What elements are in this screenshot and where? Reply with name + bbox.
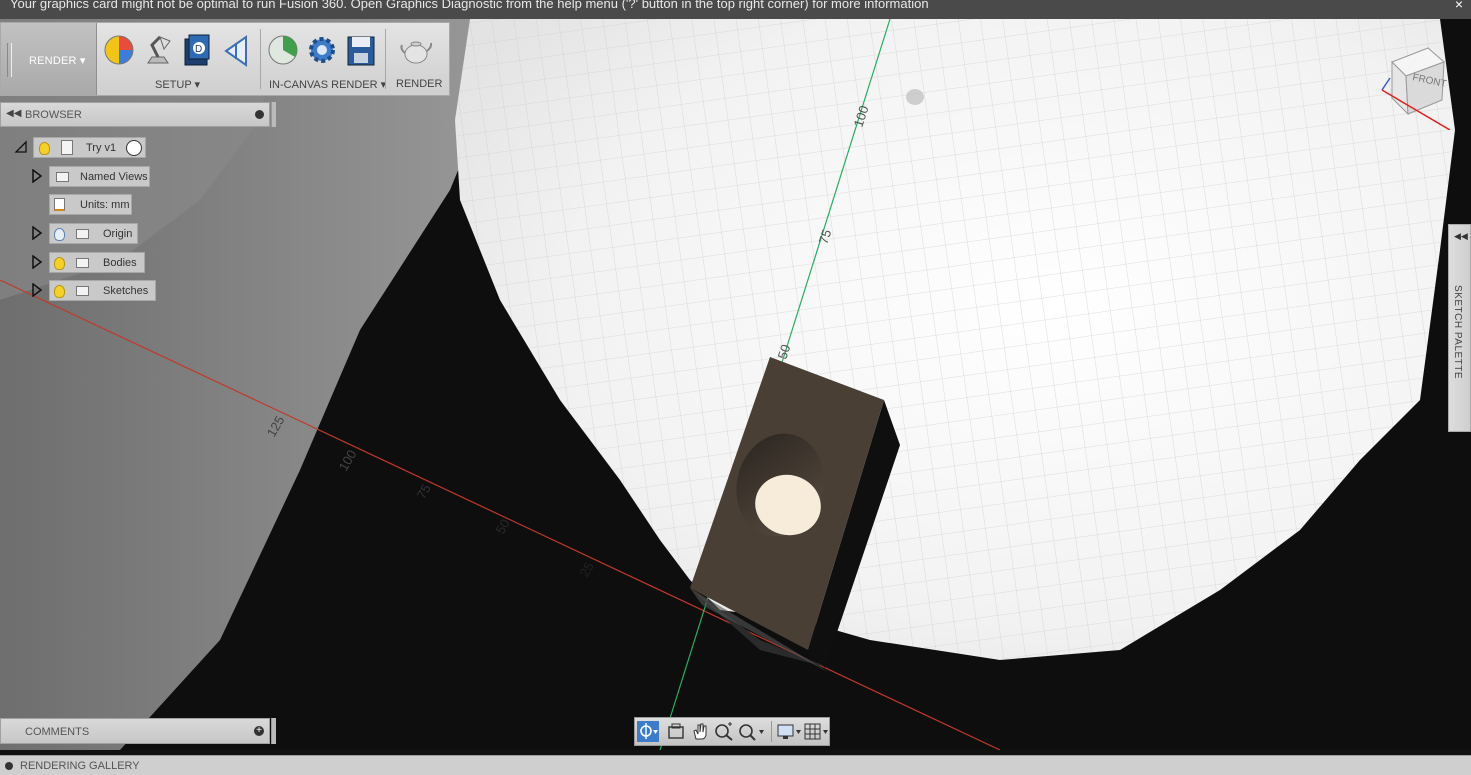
visibility-bulb-off-icon[interactable] — [54, 228, 65, 241]
browser-item-label: Bodies — [103, 257, 137, 269]
pan-hand-icon[interactable] — [689, 721, 711, 742]
root-component-label: Try v1 — [86, 142, 117, 154]
svg-text:D: D — [195, 44, 202, 55]
expand-triangle-icon[interactable] — [31, 226, 43, 240]
browser-item-bodies[interactable]: Bodies — [49, 252, 145, 273]
distant-object — [906, 89, 924, 105]
expand-arrows-icon[interactable]: ◀◀ — [1454, 231, 1468, 242]
sketch-palette-tab[interactable]: ◀◀ SKETCH PALETTE — [1448, 224, 1471, 432]
workspace-label: RENDER ▾ — [29, 55, 86, 67]
banner-message: Your graphics card might not be optimal … — [10, 0, 929, 11]
z-axis-icon — [1381, 77, 1391, 91]
graphics-warning-banner: Your graphics card might not be optimal … — [0, 0, 1471, 19]
visibility-bulb-icon[interactable] — [54, 285, 65, 298]
look-at-icon[interactable] — [665, 721, 687, 742]
texture-map-icon[interactable] — [218, 31, 254, 69]
navigation-toolbar — [634, 717, 830, 746]
expand-triangle-icon[interactable] — [31, 255, 43, 269]
activate-radio-icon[interactable] — [126, 140, 142, 156]
component-icon — [61, 140, 73, 155]
visibility-bulb-icon[interactable] — [54, 257, 65, 270]
browser-root-node[interactable]: Try v1 — [33, 137, 146, 158]
close-icon[interactable]: × — [1455, 0, 1463, 11]
orbit-icon[interactable] — [637, 721, 659, 742]
render-group-label[interactable]: RENDER — [396, 78, 442, 90]
comments-resize-grip[interactable] — [271, 718, 276, 744]
browser-item-label: Named Views — [80, 171, 148, 183]
display-settings-icon[interactable] — [776, 721, 802, 742]
browser-item-origin[interactable]: Origin — [49, 223, 138, 244]
visibility-bulb-icon[interactable] — [39, 142, 50, 155]
browser-item-named-views[interactable]: Named Views — [49, 166, 150, 187]
rendering-gallery-bar[interactable]: RENDERING GALLERY — [0, 755, 1471, 775]
browser-item-label: Sketches — [103, 285, 149, 297]
document-settings-icon — [54, 198, 65, 211]
navbar-divider — [771, 721, 772, 742]
appearance-icon[interactable] — [102, 31, 138, 69]
browser-title: BROWSER — [25, 109, 82, 121]
decal-icon[interactable]: D — [179, 31, 215, 69]
browser-resize-grip[interactable] — [271, 102, 276, 127]
scene-settings-icon[interactable] — [140, 31, 176, 69]
folder-icon — [76, 258, 89, 268]
comments-panel[interactable]: COMMENTS + — [0, 718, 270, 744]
render-teapot-icon[interactable] — [398, 31, 434, 69]
canvas-viewport[interactable]: 100 75 50 125 100 75 50 25 — [0, 19, 1471, 750]
browser-item-label: Origin — [103, 228, 133, 240]
in-canvas-render-icon[interactable] — [265, 31, 301, 69]
sketch-palette-label: SKETCH PALETTE — [1452, 285, 1463, 380]
browser-item-sketches[interactable]: Sketches — [49, 280, 156, 301]
browser-item-units[interactable]: Units: mm — [49, 194, 132, 215]
folder-icon — [76, 229, 89, 239]
expand-triangle-icon[interactable] — [31, 283, 43, 297]
add-comment-icon[interactable]: + — [254, 726, 264, 736]
gallery-toggle-icon[interactable] — [5, 762, 13, 770]
pin-icon[interactable] — [255, 110, 264, 119]
workspace-switcher[interactable]: RENDER ▾ — [1, 23, 97, 95]
render-settings-gear-icon[interactable] — [304, 31, 340, 69]
collapse-arrows-icon[interactable]: ◀◀ — [6, 108, 21, 119]
setup-group-label[interactable]: SETUP ▾ — [155, 78, 200, 91]
zoom-icon[interactable] — [713, 721, 735, 742]
ribbon-toolbar: RENDER ▾ D SETUP ▾ IN-CANVAS RENDER ▾ RE… — [0, 22, 450, 96]
comments-title: COMMENTS — [25, 726, 90, 738]
rendering-gallery-title: RENDERING GALLERY — [20, 760, 140, 772]
in-canvas-render-group-label[interactable]: IN-CANVAS RENDER ▾ — [269, 78, 386, 91]
collapse-triangle-icon[interactable] — [14, 140, 28, 154]
fit-zoom-icon[interactable] — [737, 721, 765, 742]
browser-panel-header[interactable]: ◀◀ BROWSER — [0, 102, 270, 127]
toolbar-grip[interactable] — [7, 43, 12, 77]
folder-icon — [76, 286, 89, 296]
toolbar-divider — [260, 29, 261, 89]
capture-image-icon[interactable] — [343, 31, 379, 69]
viewcube[interactable]: FRONT — [1372, 40, 1452, 131]
expand-triangle-icon[interactable] — [31, 169, 43, 183]
folder-icon — [56, 172, 69, 182]
grid-settings-icon[interactable] — [803, 721, 829, 742]
browser-item-label: Units: mm — [80, 199, 130, 211]
scene: 100 75 50 125 100 75 50 25 — [0, 19, 1471, 750]
toolbar-divider — [385, 29, 386, 89]
